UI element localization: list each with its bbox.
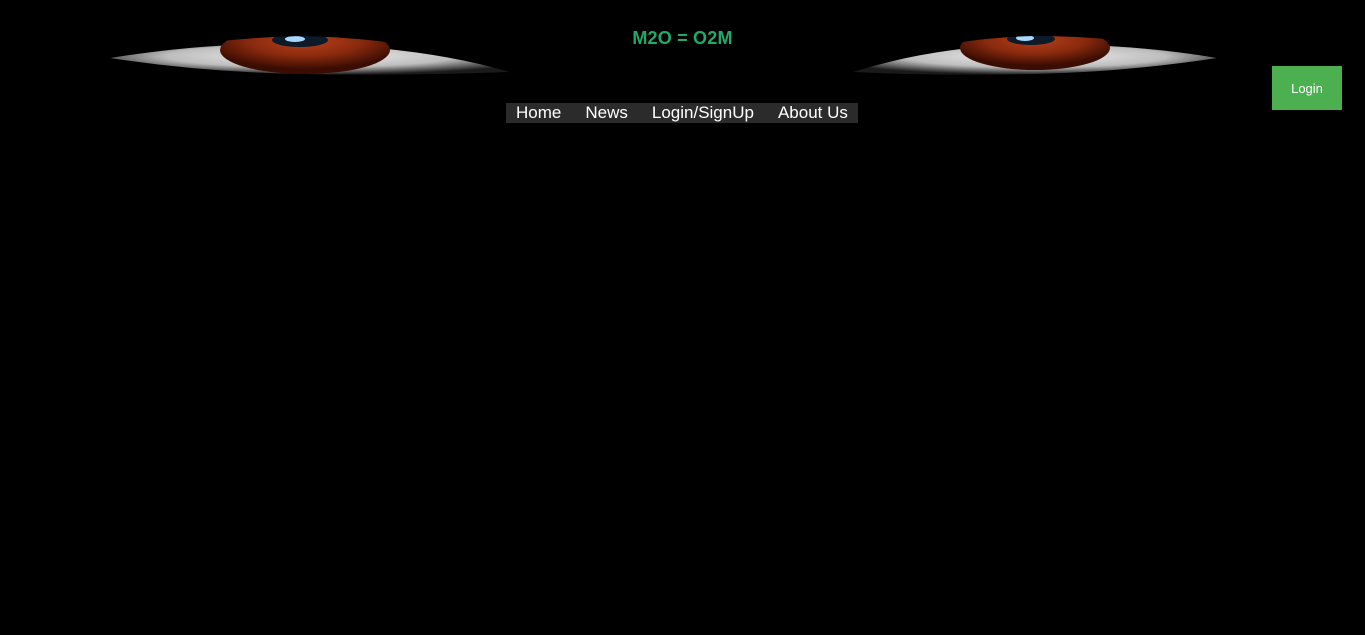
nav-item-login-signup[interactable]: Login/SignUp xyxy=(652,103,754,123)
site-title: M2O = O2M xyxy=(632,28,733,48)
page: M2O = O2M Login Home News Login/SignUp A… xyxy=(0,0,1365,635)
header-banner: M2O = O2M xyxy=(0,0,1365,100)
login-button[interactable]: Login xyxy=(1272,66,1342,110)
main-nav: Home News Login/SignUp About Us xyxy=(506,103,858,123)
nav-item-about-us[interactable]: About Us xyxy=(778,103,848,123)
nav-item-home[interactable]: Home xyxy=(516,103,561,123)
nav-item-news[interactable]: News xyxy=(585,103,628,123)
